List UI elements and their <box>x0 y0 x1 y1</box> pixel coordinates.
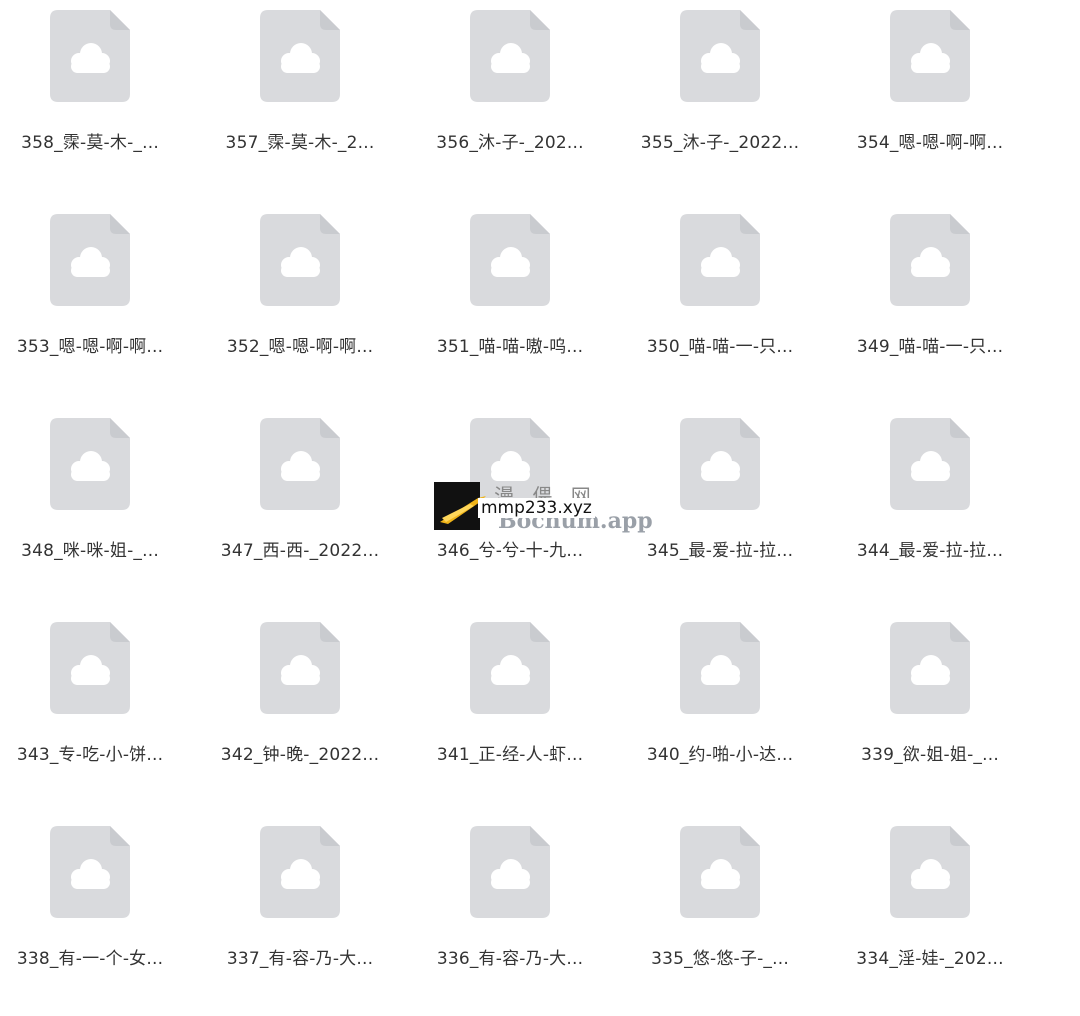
cloud-file-icon <box>890 418 970 510</box>
file-item[interactable]: 347_西-西-_2022... <box>212 408 422 608</box>
file-name: 335_悠-悠-子-_... <box>651 949 789 969</box>
cloud-file-icon <box>680 622 760 714</box>
file-item[interactable]: 349_喵-喵-一-只... <box>842 204 1052 404</box>
file-item[interactable]: 334_淫-娃-_202... <box>842 816 1052 1016</box>
cloud-file-icon <box>680 826 760 918</box>
file-item[interactable]: 344_最-爱-拉-拉... <box>842 408 1052 608</box>
file-item[interactable]: 339_欲-姐-姐-_... <box>842 612 1052 812</box>
file-name: 342_钟-晚-_2022... <box>220 745 380 765</box>
file-item[interactable]: 357_霂-莫-木-_2... <box>212 0 422 200</box>
file-name: 356_沐-子-_202... <box>436 133 584 153</box>
file-name: 352_嗯-嗯-啊-啊... <box>226 337 374 357</box>
file-name: 339_欲-姐-姐-_... <box>861 745 999 765</box>
file-name: 346_兮-兮-十-九... <box>436 541 584 561</box>
cloud-file-icon <box>260 622 340 714</box>
watermark-url: mmp233.xyz <box>478 498 595 518</box>
file-name: 355_沐-子-_2022... <box>640 133 800 153</box>
cloud-file-icon <box>50 826 130 918</box>
file-item[interactable]: 350_喵-喵-一-只... <box>632 204 842 404</box>
file-name: 348_咪-咪-姐-_... <box>21 541 159 561</box>
file-name: 341_正-经-人-虾... <box>436 745 584 765</box>
cloud-file-icon <box>50 622 130 714</box>
cloud-file-icon <box>680 10 760 102</box>
file-item[interactable]: 342_钟-晚-_2022... <box>212 612 422 812</box>
watermark-logo <box>434 482 486 530</box>
file-name: 350_喵-喵-一-只... <box>646 337 794 357</box>
file-item[interactable]: 351_喵-喵-嗷-呜... <box>422 204 632 404</box>
file-name: 337_有-容-乃-大... <box>226 949 374 969</box>
cloud-file-icon <box>680 418 760 510</box>
file-item[interactable]: 358_霂-莫-木-_... <box>2 0 212 200</box>
file-item[interactable]: 337_有-容-乃-大... <box>212 816 422 1016</box>
cloud-file-icon <box>260 214 340 306</box>
file-name: 357_霂-莫-木-_2... <box>225 133 375 153</box>
file-item[interactable]: 341_正-经-人-虾... <box>422 612 632 812</box>
cloud-file-icon <box>470 622 550 714</box>
file-name: 344_最-爱-拉-拉... <box>856 541 1004 561</box>
cloud-file-icon <box>50 418 130 510</box>
file-item[interactable]: 336_有-容-乃-大... <box>422 816 632 1016</box>
file-name: 351_喵-喵-嗷-呜... <box>436 337 584 357</box>
cloud-file-icon <box>470 826 550 918</box>
cloud-file-icon <box>260 418 340 510</box>
file-item[interactable]: 353_嗯-嗯-啊-啊... <box>2 204 212 404</box>
watermark: 漫 偎 网 Bochum.app mmp233.xyz <box>434 482 653 534</box>
file-name: 358_霂-莫-木-_... <box>21 133 159 153</box>
file-name: 354_嗯-嗯-啊-啊... <box>856 133 1004 153</box>
cloud-file-icon <box>680 214 760 306</box>
file-name: 349_喵-喵-一-只... <box>856 337 1004 357</box>
file-name: 340_约-啪-小-达... <box>646 745 794 765</box>
file-item[interactable]: 343_专-吃-小-饼... <box>2 612 212 812</box>
cloud-file-icon <box>470 214 550 306</box>
file-name: 334_淫-娃-_202... <box>856 949 1004 969</box>
cloud-file-icon <box>890 214 970 306</box>
file-name: 343_专-吃-小-饼... <box>16 745 164 765</box>
cloud-file-icon <box>890 10 970 102</box>
cloud-file-icon <box>50 214 130 306</box>
file-item[interactable]: 340_约-啪-小-达... <box>632 612 842 812</box>
file-item[interactable]: 352_嗯-嗯-啊-啊... <box>212 204 422 404</box>
cloud-file-icon <box>470 10 550 102</box>
file-item[interactable]: 355_沐-子-_2022... <box>632 0 842 200</box>
file-name: 336_有-容-乃-大... <box>436 949 584 969</box>
file-item[interactable]: 345_最-爱-拉-拉... <box>632 408 842 608</box>
cloud-file-icon <box>50 10 130 102</box>
file-item[interactable]: 335_悠-悠-子-_... <box>632 816 842 1016</box>
cloud-file-icon <box>260 826 340 918</box>
cloud-file-icon <box>260 10 340 102</box>
file-name: 347_西-西-_2022... <box>220 541 380 561</box>
file-name: 338_有-一-个-女... <box>16 949 164 969</box>
file-item[interactable]: 348_咪-咪-姐-_... <box>2 408 212 608</box>
cloud-file-icon <box>890 826 970 918</box>
file-item[interactable]: 354_嗯-嗯-啊-啊... <box>842 0 1052 200</box>
cloud-file-icon <box>890 622 970 714</box>
file-item[interactable]: 338_有-一-个-女... <box>2 816 212 1016</box>
file-name: 345_最-爱-拉-拉... <box>646 541 794 561</box>
file-name: 353_嗯-嗯-啊-啊... <box>16 337 164 357</box>
file-item[interactable]: 356_沐-子-_202... <box>422 0 632 200</box>
